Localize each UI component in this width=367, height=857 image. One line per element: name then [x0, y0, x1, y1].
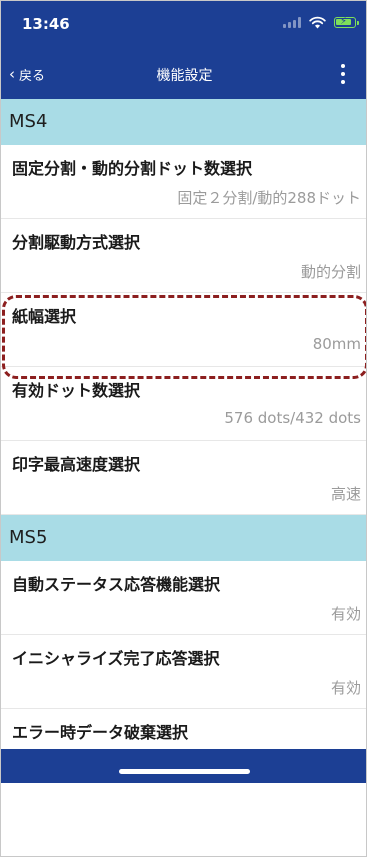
setting-row-paper-width[interactable]: 紙幅選択 80mm	[1, 293, 366, 379]
bottom-bar	[1, 749, 366, 783]
signal-icon	[283, 17, 301, 28]
setting-row-effective-dots[interactable]: 有効ドット数選択 576 dots/432 dots	[1, 367, 366, 441]
setting-row-init-response[interactable]: イニシャライズ完了応答選択 有効	[1, 635, 366, 709]
phone-frame: 13:46 ⚡ ‹ 戻る 機能設定 MS4 固定分割・動的分割ドット数選択 固定…	[0, 0, 367, 857]
setting-label: エラー時データ破棄選択	[12, 723, 189, 742]
setting-row-auto-status[interactable]: 自動ステータス応答機能選択 有効	[1, 561, 366, 635]
status-bar: 13:46 ⚡	[1, 1, 366, 49]
nav-bar: ‹ 戻る 機能設定	[1, 49, 366, 99]
setting-label: 有効ドット数選択	[12, 381, 141, 400]
bolt-icon: ⚡	[340, 16, 348, 27]
setting-label: 自動ステータス応答機能選択	[12, 575, 221, 594]
setting-value: 有効	[330, 605, 361, 623]
page-title: 機能設定	[156, 68, 213, 84]
setting-value: 固定２分割/動的288ドット	[177, 189, 361, 207]
more-vertical-icon[interactable]	[340, 64, 346, 84]
setting-value: 有効	[330, 679, 361, 697]
home-indicator[interactable]	[119, 769, 250, 774]
setting-label: 固定分割・動的分割ドット数選択	[12, 159, 253, 178]
setting-value: 576 dots/432 dots	[224, 409, 361, 427]
setting-label: イニシャライズ完了応答選択	[12, 649, 220, 668]
section-header-ms5: MS5	[1, 515, 366, 561]
setting-row-print-speed[interactable]: 印字最高速度選択 高速	[1, 441, 366, 515]
status-icons: ⚡	[283, 16, 359, 29]
setting-label: 印字最高速度選択	[12, 455, 141, 474]
setting-label: 紙幅選択	[12, 307, 77, 326]
setting-row-drive-method[interactable]: 分割駆動方式選択 動的分割	[1, 219, 366, 293]
setting-value: 動的分割	[300, 263, 361, 281]
setting-value: 80mm	[312, 335, 361, 353]
battery-charging-icon: ⚡	[334, 16, 359, 28]
wifi-icon	[309, 16, 326, 29]
setting-row-split-dots[interactable]: 固定分割・動的分割ドット数選択 固定２分割/動的288ドット	[1, 145, 366, 219]
status-time: 13:46	[22, 15, 70, 33]
setting-label: 分割駆動方式選択	[12, 233, 141, 252]
setting-row-error-discard[interactable]: エラー時データ破棄選択 有効	[1, 709, 366, 749]
section-header-ms4: MS4	[1, 99, 366, 145]
setting-value: 高速	[330, 485, 361, 503]
settings-list[interactable]: MS4 固定分割・動的分割ドット数選択 固定２分割/動的288ドット 分割駆動方…	[1, 99, 366, 749]
